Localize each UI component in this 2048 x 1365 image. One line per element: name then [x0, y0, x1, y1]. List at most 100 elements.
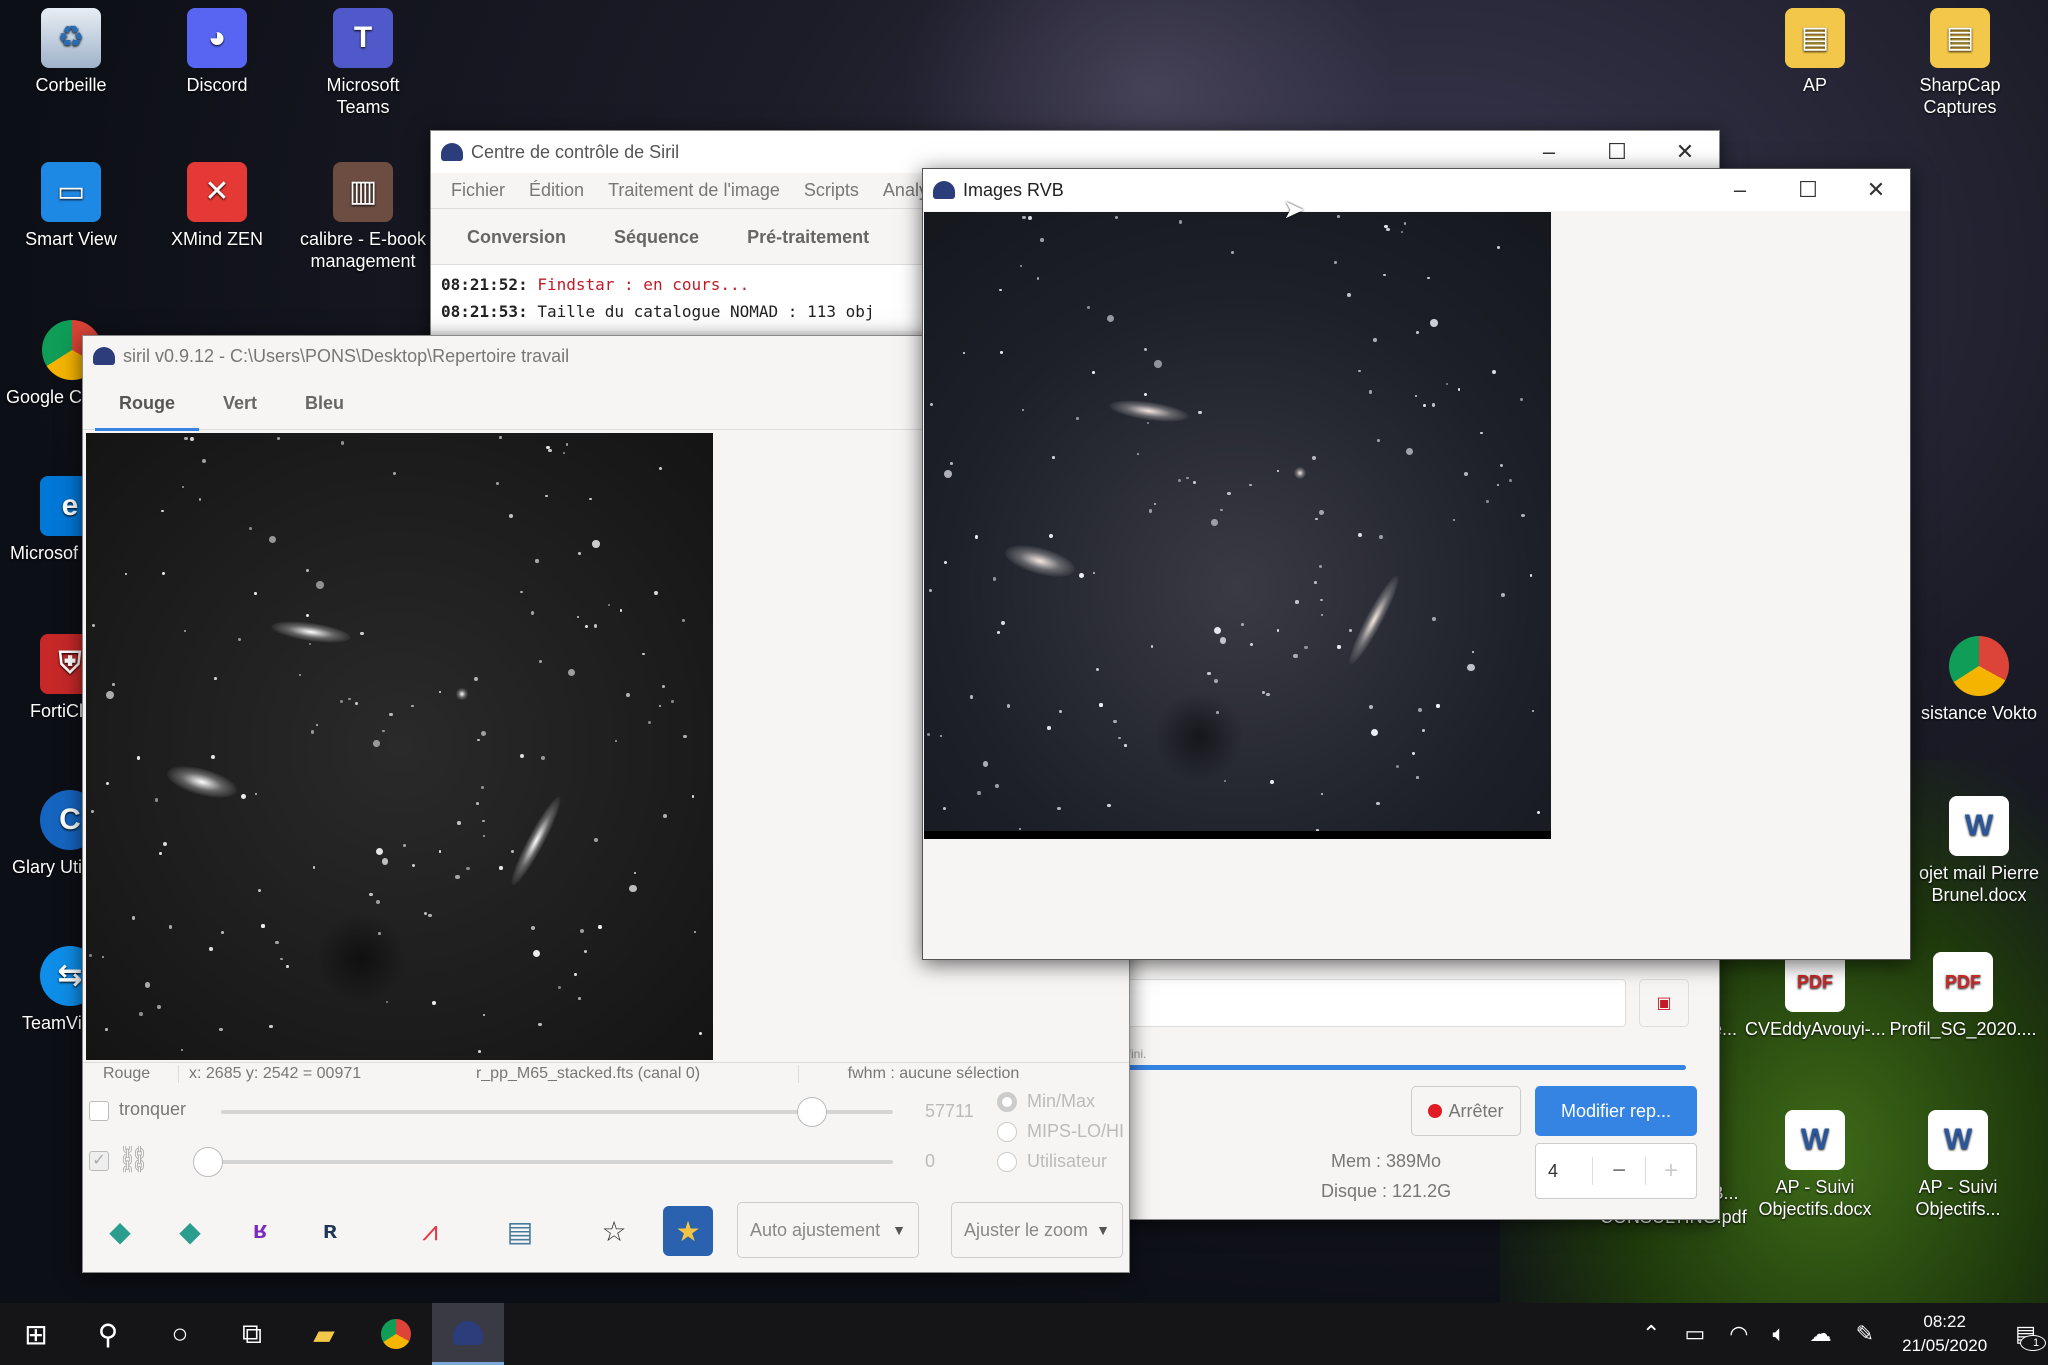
link-checkbox[interactable]: ✓ — [89, 1151, 109, 1171]
siril-app-icon — [441, 143, 463, 161]
desktop-icon-smart-view[interactable]: ▭ Smart View — [6, 162, 136, 250]
mirror-x-icon[interactable]: ʁ — [235, 1206, 285, 1256]
desktop-icon-cv[interactable]: PDF CVEddyAvouyi-... — [1745, 952, 1886, 1040]
desktop-icon-discord[interactable]: ◕ Discord — [152, 8, 282, 96]
low-slider-knob[interactable] — [193, 1147, 223, 1177]
desktop-icon-calibre[interactable]: ▥ calibre - E-book management — [298, 162, 428, 272]
high-slider-knob[interactable] — [797, 1097, 828, 1127]
chevron-up-icon[interactable]: ⌃ — [1630, 1321, 1672, 1347]
siril-taskbar-icon[interactable] — [432, 1303, 504, 1365]
desktop-icon-objet-mail[interactable]: W ojet mail Pierre Brunel.docx — [1910, 796, 2048, 906]
wifi-icon[interactable]: ◠ — [1717, 1321, 1760, 1347]
desktop-icon-edge[interactable]: e Microsof — [10, 476, 100, 564]
desktop-icon-ap[interactable]: ▤ AP — [1750, 8, 1880, 96]
stop-button[interactable]: Arrêter — [1411, 1086, 1521, 1136]
red-channel-image[interactable] — [86, 433, 713, 1060]
tab-conversion[interactable]: Conversion — [443, 209, 590, 265]
star — [1019, 264, 1023, 268]
star — [411, 704, 414, 708]
star — [576, 616, 580, 619]
star — [1377, 438, 1381, 442]
auto-adjust-dropdown[interactable]: Auto ajustement ▼ — [737, 1202, 919, 1258]
zoom-dropdown[interactable]: Ajuster le zoom ▼ — [951, 1202, 1123, 1258]
tab-rouge[interactable]: Rouge — [95, 375, 199, 431]
battery-icon[interactable]: ▭ — [1672, 1321, 1717, 1347]
rgb-window-titlebar[interactable]: Images RVB – ☐ ✕ — [923, 169, 1910, 211]
cortana-icon[interactable]: ○ — [144, 1303, 216, 1365]
mirror-y-icon[interactable]: ʀ — [305, 1206, 355, 1256]
modify-button[interactable]: Modifier rep... — [1535, 1086, 1697, 1136]
radio-mips[interactable] — [997, 1122, 1017, 1142]
rotate-right-icon[interactable]: ◆ — [165, 1206, 215, 1256]
chrome-taskbar-icon[interactable] — [360, 1303, 432, 1365]
star — [1249, 642, 1254, 647]
minimize-button[interactable]: – — [1706, 177, 1774, 203]
desktop-icon-assistance[interactable]: sistance Vokto — [1910, 636, 2048, 724]
output-path-field[interactable] — [1121, 979, 1626, 1027]
menu-edition[interactable]: Édition — [517, 180, 596, 201]
tab-vert[interactable]: Vert — [199, 375, 281, 431]
star-filled-icon[interactable]: ★ — [663, 1206, 713, 1256]
record-icon — [1428, 1104, 1443, 1118]
desktop-icon-xmind[interactable]: ✕ XMind ZEN — [152, 162, 282, 250]
low-slider-track[interactable] — [208, 1160, 893, 1164]
desktop-icon-teamviewer[interactable]: ⇆ TeamVi — [22, 946, 100, 1034]
tronquer-checkbox[interactable] — [89, 1101, 109, 1121]
increment-button[interactable]: + — [1645, 1157, 1696, 1185]
maximize-button[interactable]: ☐ — [1774, 177, 1842, 203]
close-button[interactable]: ✕ — [1842, 177, 1910, 203]
desktop-icon-teams[interactable]: T Microsoft Teams — [298, 8, 428, 118]
pen-icon[interactable]: ✎ — [1844, 1321, 1886, 1347]
desktop-icon-profil[interactable]: PDF Profil_SG_2020.... — [1888, 952, 2038, 1040]
histogram-icon[interactable]: ⩘ — [405, 1206, 455, 1256]
star — [499, 866, 503, 870]
star — [929, 403, 934, 407]
star — [1485, 499, 1489, 503]
high-slider-track[interactable] — [221, 1110, 893, 1114]
task-view-icon[interactable]: ⧉ — [216, 1303, 288, 1365]
menu-fichier[interactable]: Fichier — [439, 180, 517, 201]
rgb-window[interactable]: Images RVB – ☐ ✕ — [922, 168, 1911, 960]
desktop-icon-recycle-bin[interactable]: ♻ Corbeille — [6, 8, 136, 96]
rgb-image[interactable] — [924, 212, 1551, 839]
desktop-icon-glary[interactable]: C Glary Uti — [12, 790, 100, 878]
desktop-icon-ap-suivi-2[interactable]: W AP - Suivi Objectifs... — [1888, 1110, 2028, 1220]
star — [593, 623, 598, 628]
tab-sequence[interactable]: Séquence — [590, 209, 723, 265]
search-icon[interactable]: ⚲ — [72, 1303, 144, 1365]
clock[interactable]: 08:22 21/05/2020 — [1886, 1310, 2003, 1358]
desktop-icon-forticlient[interactable]: ⛨ FortiCl — [30, 634, 100, 722]
stack-icon[interactable]: ▤ — [495, 1206, 545, 1256]
threads-spinbutton[interactable]: 4 − + — [1535, 1143, 1697, 1199]
menu-scripts[interactable]: Scripts — [792, 180, 871, 201]
desktop-icon-chrome[interactable]: Google C — [6, 320, 102, 408]
star — [1107, 315, 1115, 323]
star — [1501, 593, 1506, 598]
notification-icon[interactable]: ▤ 1 — [2003, 1321, 2048, 1351]
radio-user[interactable] — [997, 1152, 1017, 1172]
decrement-button[interactable]: − — [1592, 1157, 1645, 1185]
desktop-icon-sharpcap[interactable]: ▤ SharpCap Captures — [1895, 8, 2025, 118]
star — [184, 630, 187, 633]
star — [619, 609, 623, 612]
tab-pretraitement[interactable]: Pré-traitement — [723, 209, 893, 265]
threads-value[interactable]: 4 — [1536, 1161, 1592, 1182]
close-button[interactable]: ✕ — [1651, 139, 1719, 165]
star-outline-icon[interactable]: ☆ — [589, 1206, 639, 1256]
desktop-icon-ap-suivi-1[interactable]: W AP - Suivi Objectifs.docx — [1745, 1110, 1885, 1220]
cloud-icon[interactable]: ☁ — [1798, 1321, 1844, 1347]
radio-minmax[interactable] — [997, 1092, 1017, 1112]
control-center-titlebar[interactable]: Centre de contrôle de Siril – ☐ ✕ — [431, 131, 1719, 173]
open-folder-button[interactable]: ▣ — [1639, 979, 1689, 1027]
tab-bleu[interactable]: Bleu — [281, 375, 368, 431]
maximize-button[interactable]: ☐ — [1583, 139, 1651, 165]
radio-user-label: Utilisateur — [1027, 1151, 1108, 1171]
minimize-button[interactable]: – — [1515, 139, 1583, 165]
volume-icon[interactable]: 🔈︎ — [1760, 1321, 1797, 1347]
rotate-left-icon[interactable]: ◆ — [95, 1206, 145, 1256]
start-button[interactable]: ⊞ — [0, 1303, 72, 1365]
file-explorer-icon[interactable]: ▰ — [288, 1303, 360, 1365]
folder-icon: ▤ — [1785, 8, 1845, 68]
menu-traitement[interactable]: Traitement de l'image — [596, 180, 792, 201]
star — [1373, 338, 1377, 342]
